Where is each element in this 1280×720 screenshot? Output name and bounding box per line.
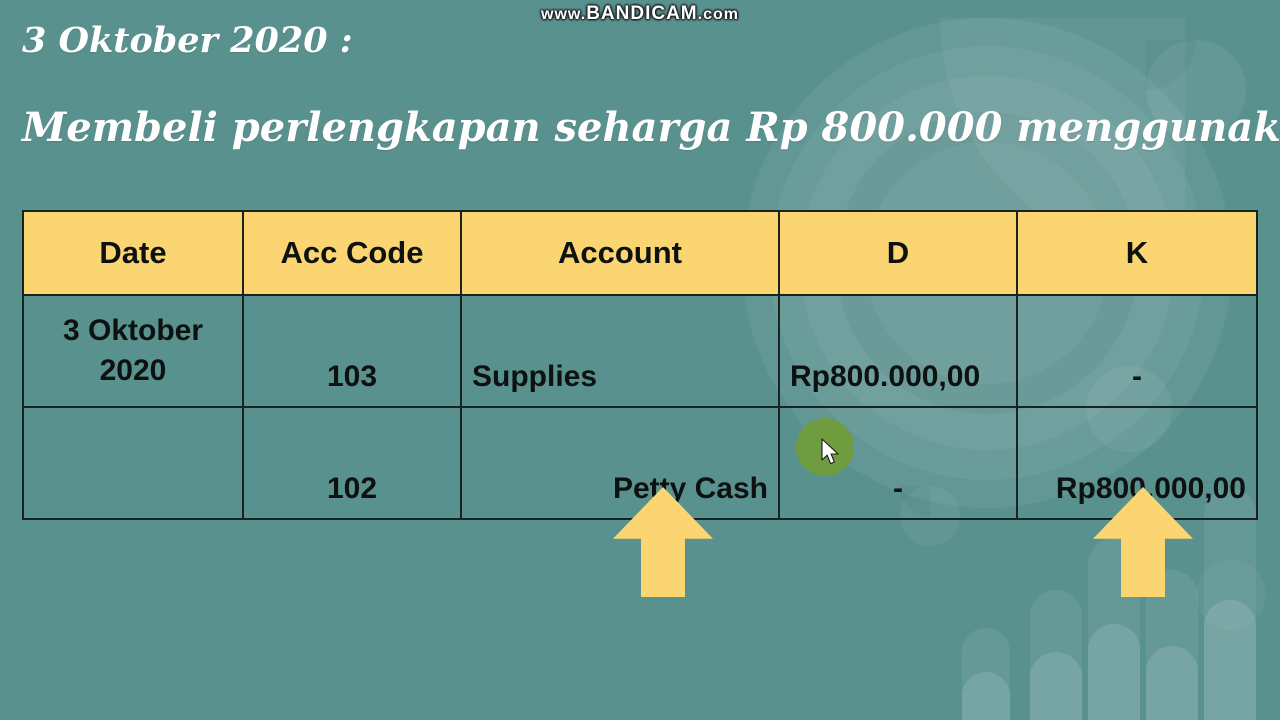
column-header-account: Account [460, 210, 780, 296]
background-bar-0-cap [962, 672, 1010, 720]
column-header-debit: D [778, 210, 1018, 296]
cell-debit-row1: Rp800.000,00 [778, 294, 1018, 408]
mouse-cursor-icon [821, 438, 839, 465]
cell-date-row2 [22, 406, 244, 520]
table-row: 102 Petty Cash - Rp800.000,00 [22, 406, 1258, 520]
cell-credit-row1: - [1016, 294, 1258, 408]
column-header-acc-code: Acc Code [242, 210, 462, 296]
watermark-brand: BANDICAM [586, 3, 698, 24]
cell-acc-code-row2: 102 [242, 406, 462, 520]
watermark-prefix: www. [541, 6, 587, 23]
background-circle-topright-notch [1146, 40, 1196, 90]
background-bar-2-cap [1088, 624, 1140, 720]
background-bar-1-cap [1030, 652, 1082, 720]
cell-account-row1: Supplies [460, 294, 780, 408]
transaction-heading: Membeli perlengkapan seharga Rp 800.000 … [22, 104, 1280, 151]
column-header-credit: K [1016, 210, 1258, 296]
table-header-row: Date Acc Code Account D K [22, 210, 1258, 296]
slide-canvas: www.BANDICAM.com 3 Oktober 2020 : Membel… [0, 0, 1280, 720]
watermark-suffix: .com [697, 6, 739, 23]
cell-acc-code-row1: 103 [242, 294, 462, 408]
cell-date-row1: 3 Oktober 2020 [22, 294, 244, 408]
background-bar-4-cap [1204, 600, 1256, 720]
table-row: 3 Oktober 2020 103 Supplies Rp800.000,00… [22, 294, 1258, 408]
cell-account-row2: Petty Cash [460, 406, 780, 520]
journal-table: Date Acc Code Account D K 3 Oktober 2020… [22, 210, 1258, 520]
cell-date-row1-line2: 2020 [99, 354, 167, 387]
background-bar-3-cap [1146, 646, 1198, 720]
column-header-date: Date [22, 210, 244, 296]
date-heading: 3 Oktober 2020 : [22, 20, 353, 61]
cell-date-row1-line1: 3 Oktober [62, 313, 204, 347]
